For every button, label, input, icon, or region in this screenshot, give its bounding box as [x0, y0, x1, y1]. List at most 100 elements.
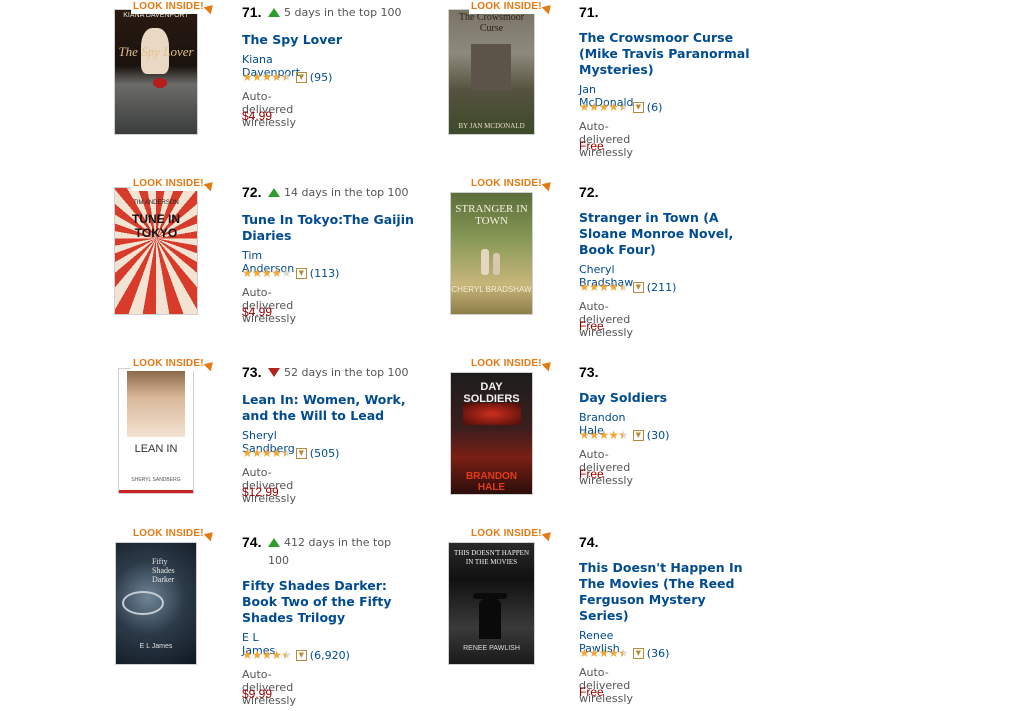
- cover-author-text: TIM ANDERSON: [133, 200, 179, 206]
- book-price: Free: [579, 467, 604, 481]
- rank-number: 72.: [242, 184, 262, 200]
- book-price: $9.99: [242, 687, 273, 701]
- cover-author-text: SHERYL SANDBERG: [131, 477, 181, 483]
- look-inside-badge[interactable]: LOOK INSIDE!: [131, 177, 217, 192]
- look-inside-badge[interactable]: LOOK INSIDE!: [469, 527, 555, 542]
- star-half-icon: ★: [281, 446, 292, 460]
- book-title-link[interactable]: This Doesn't Happen In The Movies (The R…: [579, 560, 754, 624]
- book-cover-image[interactable]: TIM ANDERSON TUNE IN TOKYO: [115, 188, 197, 314]
- cover-title-text: TUNE IN TOKYO: [132, 212, 180, 240]
- book-cover-link[interactable]: STRANGER IN TOWN CHERYL BRADSHAW LOOK IN…: [449, 177, 555, 314]
- look-inside-label: LOOK INSIDE!: [133, 178, 204, 189]
- review-count-link[interactable]: (113): [310, 267, 340, 280]
- look-inside-badge[interactable]: LOOK INSIDE!: [469, 357, 555, 372]
- star-rating[interactable]: ★★★★★ ▼ (36): [579, 646, 669, 660]
- look-inside-label: LOOK INSIDE!: [133, 1, 204, 12]
- rank-movement: 52 days in the top 100: [268, 364, 418, 382]
- cover-title-text: LEAN IN: [134, 443, 178, 455]
- star-rating[interactable]: ★★★★★ ▼ (30): [579, 428, 669, 442]
- look-inside-badge[interactable]: LOOK INSIDE!: [469, 177, 555, 192]
- rank-number: 71.: [242, 4, 262, 20]
- review-count-link[interactable]: (36): [647, 647, 670, 660]
- rating-dropdown-icon[interactable]: ▼: [632, 429, 644, 441]
- arrow-up-icon: [268, 187, 280, 197]
- days-in-top-100: 52 days in the top 100: [284, 366, 409, 379]
- review-count-link[interactable]: (6,920): [310, 649, 350, 662]
- book-cover-link[interactable]: THIS DOESN'T HAPPEN IN THE MOVIES RENEE …: [449, 527, 555, 664]
- review-count-link[interactable]: (95): [310, 71, 333, 84]
- book-cover-image[interactable]: Fifty Shades Darker E L James: [116, 543, 196, 664]
- look-inside-label: LOOK INSIDE!: [471, 178, 542, 189]
- rating-dropdown-icon[interactable]: ▼: [295, 267, 307, 279]
- book-title-link[interactable]: Tune In Tokyo:The Gaijin Diaries: [242, 212, 422, 244]
- rating-dropdown-icon[interactable]: ▼: [295, 649, 307, 661]
- star-rating[interactable]: ★★★★★ ▼ (6): [579, 100, 662, 114]
- book-cover-link[interactable]: Fifty Shades Darker E L James LOOK INSID…: [115, 527, 217, 664]
- star-rating[interactable]: ★★★★★ ▼ (113): [242, 266, 339, 280]
- cover-author-text: E L James: [139, 643, 173, 650]
- book-cover-link[interactable]: TIM ANDERSON TUNE IN TOKYO LOOK INSIDE!: [115, 177, 217, 314]
- rating-dropdown-icon[interactable]: ▼: [632, 647, 644, 659]
- review-count-link[interactable]: (6): [647, 101, 663, 114]
- days-in-top-100: 412 days in the top 100: [268, 536, 392, 567]
- star-half-icon: ★: [618, 100, 629, 114]
- star-rating[interactable]: ★★★★★ ▼ (211): [579, 280, 676, 294]
- review-count-link[interactable]: (211): [647, 281, 677, 294]
- arrow-up-icon: [268, 537, 280, 547]
- star-icon: ★★★★: [579, 428, 619, 442]
- star-icon: ★★★★: [242, 266, 282, 280]
- book-cover-link[interactable]: The Crowsmoor Curse BY JAN MCDONALD LOOK…: [449, 0, 555, 134]
- star-half-icon: ★: [281, 648, 292, 662]
- look-inside-arrow-icon: [203, 178, 217, 192]
- book-title-link[interactable]: The Crowsmoor Curse (Mike Travis Paranor…: [579, 30, 759, 78]
- book-cover-image[interactable]: STRANGER IN TOWN CHERYL BRADSHAW: [451, 193, 532, 314]
- star-rating[interactable]: ★★★★★ ▼ (505): [242, 446, 339, 460]
- rating-dropdown-icon[interactable]: ▼: [632, 281, 644, 293]
- rating-dropdown-icon[interactable]: ▼: [295, 447, 307, 459]
- rank-movement: 14 days in the top 100: [268, 184, 418, 202]
- look-inside-arrow-icon: [203, 358, 217, 372]
- rating-dropdown-icon[interactable]: ▼: [632, 101, 644, 113]
- cover-author-text: BY JAN MCDONALD: [458, 122, 525, 130]
- review-count-link[interactable]: (505): [310, 447, 340, 460]
- book-title-link[interactable]: Stranger in Town (A Sloane Monroe Novel,…: [579, 210, 759, 258]
- look-inside-badge[interactable]: LOOK INSIDE!: [131, 527, 217, 542]
- arrow-down-icon: [268, 367, 280, 377]
- look-inside-badge[interactable]: LOOK INSIDE!: [131, 0, 217, 15]
- look-inside-badge[interactable]: LOOK INSIDE!: [131, 357, 217, 372]
- star-icon: ★★★★: [579, 100, 619, 114]
- rank-number: 72.: [579, 184, 599, 200]
- cover-title-text: THIS DOESN'T HAPPEN IN THE MOVIES: [453, 549, 530, 566]
- rank-number: 73.: [242, 364, 262, 380]
- star-rating[interactable]: ★★★★★ ▼ (6,920): [242, 648, 350, 662]
- look-inside-badge[interactable]: LOOK INSIDE!: [469, 0, 555, 15]
- book-cover-link[interactable]: DAY SOLDIERS BRANDON HALE LOOK INSIDE!: [449, 357, 555, 494]
- look-inside-arrow-icon: [203, 528, 217, 542]
- book-cover-image[interactable]: The Crowsmoor Curse BY JAN MCDONALD: [449, 10, 534, 134]
- book-cover-image[interactable]: THIS DOESN'T HAPPEN IN THE MOVIES RENEE …: [449, 543, 534, 664]
- rank-number: 74.: [242, 534, 262, 550]
- book-price: Free: [579, 139, 604, 153]
- review-count-link[interactable]: (30): [647, 429, 670, 442]
- book-cover-image[interactable]: LEAN IN SHERYL SANDBERG: [119, 369, 193, 493]
- book-cover-image[interactable]: KIANA DAVENPORT The Spy Lover: [115, 10, 197, 134]
- cover-title-text: The Spy Lover: [118, 44, 194, 59]
- days-in-top-100: 14 days in the top 100: [284, 186, 409, 199]
- look-inside-label: LOOK INSIDE!: [471, 1, 542, 12]
- look-inside-arrow-icon: [541, 1, 555, 15]
- book-title-link[interactable]: Day Soldiers: [579, 390, 759, 406]
- star-rating[interactable]: ★★★★★ ▼ (95): [242, 70, 332, 84]
- rating-dropdown-icon[interactable]: ▼: [295, 71, 307, 83]
- book-title-link[interactable]: Fifty Shades Darker: Book Two of the Fif…: [242, 578, 417, 626]
- book-title-link[interactable]: The Spy Lover: [242, 32, 422, 48]
- book-cover-image[interactable]: DAY SOLDIERS BRANDON HALE: [451, 373, 532, 494]
- rank-number: 74.: [579, 534, 599, 550]
- book-cover-link[interactable]: LEAN IN SHERYL SANDBERG LOOK INSIDE!: [115, 357, 217, 494]
- look-inside-arrow-icon: [541, 358, 555, 372]
- days-in-top-100: 5 days in the top 100: [284, 6, 402, 19]
- book-title-link[interactable]: Lean In: Women, Work, and the Will to Le…: [242, 392, 422, 424]
- book-cover-link[interactable]: KIANA DAVENPORT The Spy Lover LOOK INSID…: [115, 0, 217, 134]
- look-inside-label: LOOK INSIDE!: [133, 358, 204, 369]
- star-icon: ★★★★: [242, 446, 282, 460]
- rank-movement: 412 days in the top 100: [268, 534, 408, 570]
